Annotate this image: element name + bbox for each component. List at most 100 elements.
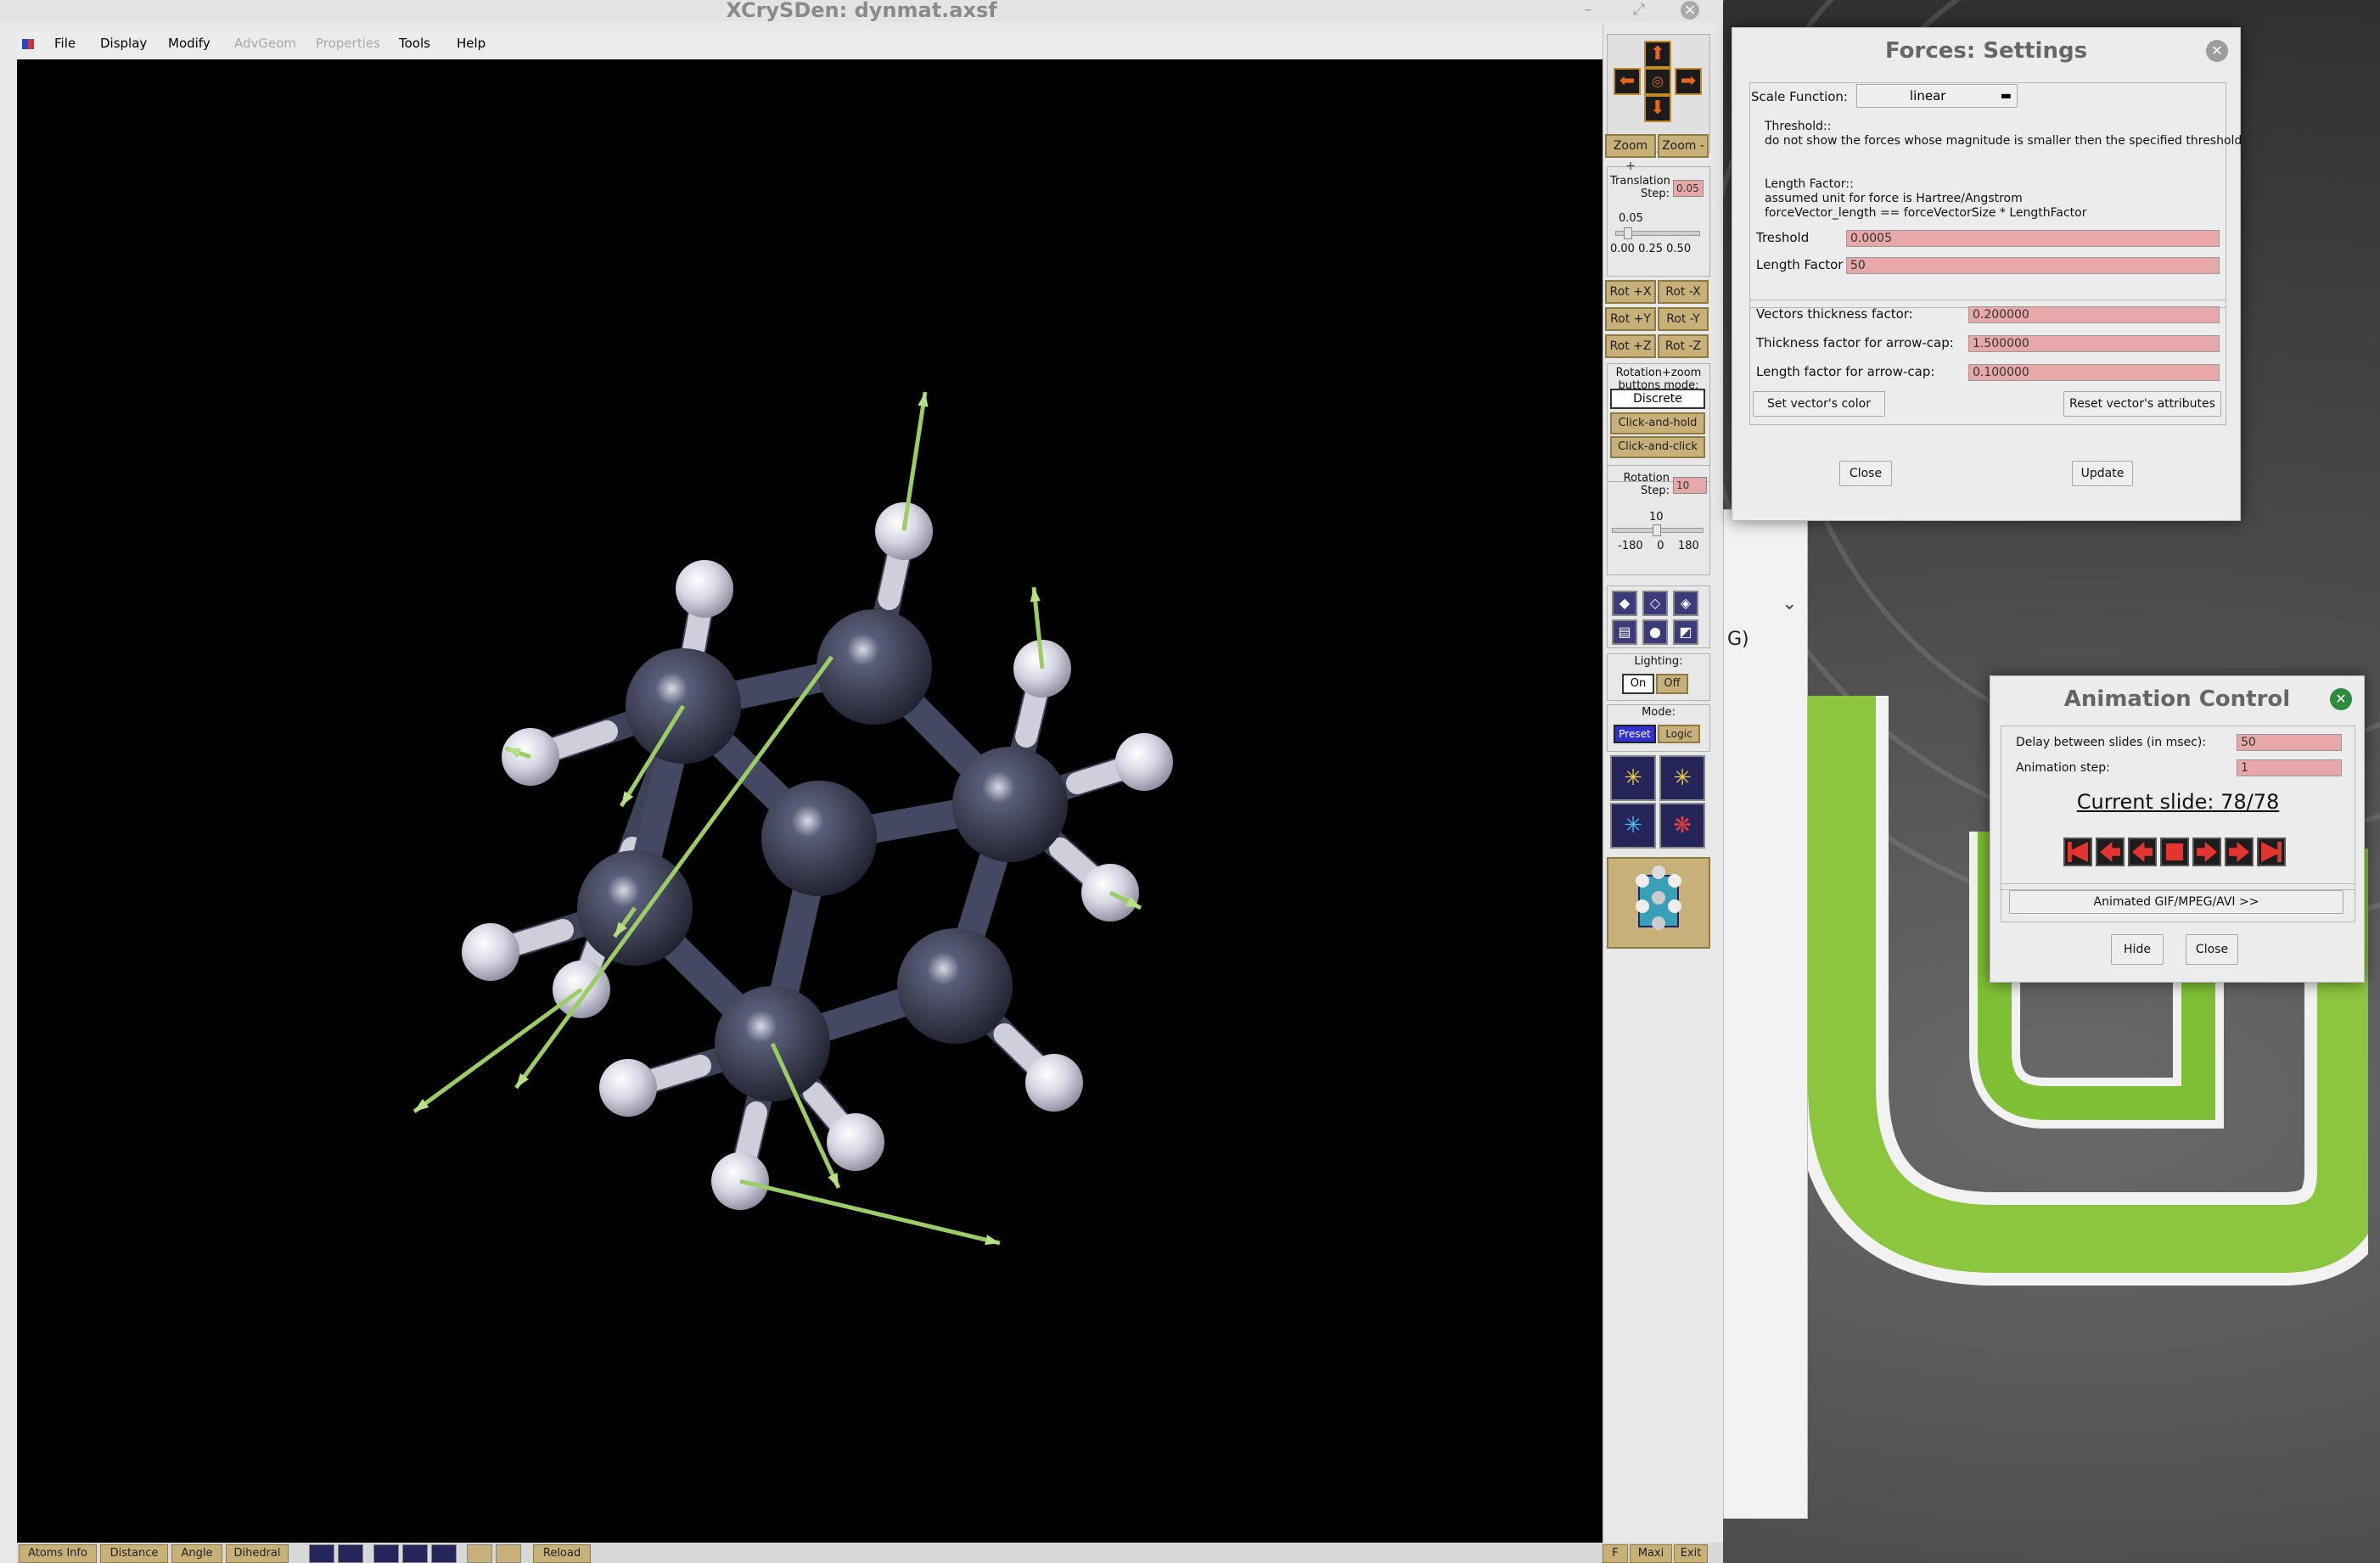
hydrogen-atom bbox=[875, 502, 933, 560]
rot-pz-button[interactable]: Rot +Z bbox=[1605, 334, 1656, 358]
minimize-icon[interactable]: – bbox=[1579, 1, 1597, 20]
rotation-step-input[interactable]: 10 bbox=[1673, 477, 1707, 494]
current-slide-label: Current slide: 78/78 bbox=[2076, 790, 2280, 814]
move-down-icon[interactable]: ⬇ bbox=[1644, 95, 1671, 122]
menu-bar: File Display Modify AdvGeom Properties T… bbox=[17, 31, 1604, 59]
export-animation-button[interactable]: Animated GIF/MPEG/AVI >> bbox=[2009, 890, 2344, 914]
play-backward-icon[interactable] bbox=[2096, 838, 2125, 866]
lighting-off-button[interactable]: Off bbox=[1656, 674, 1688, 694]
treshold-input[interactable]: 0.0005 bbox=[1846, 230, 2220, 247]
move-right-icon[interactable]: ➡ bbox=[1675, 68, 1702, 95]
atoms-info-button[interactable]: Atoms Info bbox=[19, 1544, 97, 1563]
lighting-on-button[interactable]: On bbox=[1622, 674, 1654, 694]
previous-slide-icon[interactable] bbox=[2128, 838, 2157, 866]
rot-mx-button[interactable]: Rot -X bbox=[1658, 280, 1709, 304]
move-left-icon[interactable]: ⬅ bbox=[1614, 68, 1641, 95]
mode-discrete-option[interactable]: Discrete bbox=[1610, 389, 1705, 409]
measure-icon[interactable] bbox=[309, 1544, 334, 1563]
center-icon[interactable]: ◎ bbox=[1644, 68, 1671, 95]
forces-update-button[interactable]: Update bbox=[2072, 461, 2133, 486]
render-wire-icon[interactable]: ▤ bbox=[1612, 619, 1637, 645]
animation-hide-button[interactable]: Hide bbox=[2111, 934, 2164, 965]
close-icon[interactable]: × bbox=[1681, 1, 1699, 20]
dihedral-button[interactable]: Dihedral bbox=[226, 1544, 289, 1563]
maximize-icon[interactable]: ⤢ bbox=[1630, 1, 1648, 20]
reset-vector-attrs-button[interactable]: Reset vector's attributes bbox=[2063, 391, 2221, 417]
arrow-thickness-input[interactable]: 1.500000 bbox=[1968, 335, 2220, 352]
translation-slider-handle[interactable] bbox=[1624, 227, 1632, 239]
vectors-thickness-input[interactable]: 0.200000 bbox=[1968, 306, 2220, 323]
translation-step-input[interactable]: 0.05 bbox=[1673, 180, 1704, 197]
menu-properties[interactable]: Properties bbox=[316, 36, 380, 51]
atom-size-icon[interactable] bbox=[402, 1544, 428, 1563]
sphere-b-icon[interactable] bbox=[496, 1544, 521, 1563]
exit-button[interactable]: Exit bbox=[1674, 1544, 1708, 1563]
close-icon[interactable]: ✕ bbox=[2330, 688, 2352, 710]
atom-label-icon[interactable] bbox=[431, 1544, 457, 1563]
rotation-scale-ticks: -180 0 180 bbox=[1618, 540, 1699, 552]
zoom-in-button[interactable]: Zoom + bbox=[1605, 134, 1656, 173]
animation-control-dialog: Animation Control ✕ Delay between slides… bbox=[1990, 675, 2365, 983]
menu-tools[interactable]: Tools bbox=[399, 36, 430, 51]
set-vector-color-button[interactable]: Set vector's color bbox=[1753, 391, 1885, 417]
rotation-slider-handle[interactable] bbox=[1653, 524, 1661, 536]
carbon-atom bbox=[761, 781, 877, 896]
render-stick-icon[interactable]: ◇ bbox=[1642, 591, 1668, 616]
animation-step-input[interactable]: 1 bbox=[2237, 759, 2342, 776]
maxi-button[interactable]: Maxi bbox=[1630, 1544, 1672, 1563]
structure-style-b-icon[interactable]: ✳ bbox=[1659, 755, 1705, 801]
last-slide-icon[interactable] bbox=[2257, 838, 2286, 866]
bottom-bar: Atoms Info Distance Angle Dihedral Reloa… bbox=[17, 1543, 1723, 1563]
mode-click-click-option[interactable]: Click-and-click bbox=[1610, 436, 1705, 458]
next-slide-icon[interactable] bbox=[2192, 838, 2221, 866]
f-button[interactable]: F bbox=[1603, 1544, 1628, 1563]
distance-button[interactable]: Distance bbox=[100, 1544, 168, 1563]
menu-file[interactable]: File bbox=[54, 36, 76, 51]
right-toolbar: ⬆ ⬅ ◎ ➡ ⬇ Zoom + Zoom - Translation Step… bbox=[1603, 24, 1713, 1543]
rot-mz-button[interactable]: Rot -Z bbox=[1658, 334, 1709, 358]
mode-preset-button[interactable]: Preset bbox=[1614, 725, 1656, 743]
hydrogen-atom bbox=[827, 1113, 884, 1171]
carbon-atom bbox=[952, 747, 1068, 862]
render-pipe-icon[interactable]: ◈ bbox=[1673, 591, 1698, 616]
structure-style-d-icon[interactable]: ❋ bbox=[1659, 803, 1705, 849]
sphere-a-icon[interactable] bbox=[467, 1544, 492, 1563]
rot-py-button[interactable]: Rot +Y bbox=[1605, 307, 1656, 331]
molecule-viewport[interactable] bbox=[17, 59, 1603, 1544]
first-slide-icon[interactable] bbox=[2063, 838, 2092, 866]
menu-advgeom[interactable]: AdvGeom bbox=[234, 36, 296, 51]
molecule-structure[interactable] bbox=[17, 59, 1603, 1544]
structure-style-a-icon[interactable]: ✳ bbox=[1610, 755, 1656, 801]
select-icon[interactable] bbox=[338, 1544, 363, 1563]
crystal-cell-icon[interactable] bbox=[1607, 857, 1710, 949]
menu-modify[interactable]: Modify bbox=[168, 36, 210, 51]
animation-close-button[interactable]: Close bbox=[2186, 934, 2238, 965]
menu-help[interactable]: Help bbox=[457, 36, 486, 51]
mode-logic-button[interactable]: Logic bbox=[1658, 725, 1700, 743]
animation-controls bbox=[2063, 838, 2294, 868]
move-up-icon[interactable]: ⬆ bbox=[1644, 41, 1671, 68]
reload-button[interactable]: Reload bbox=[533, 1544, 591, 1563]
delay-input[interactable]: 50 bbox=[2237, 734, 2342, 751]
play-forward-icon[interactable] bbox=[2225, 838, 2254, 866]
render-space-icon[interactable]: ● bbox=[1642, 619, 1668, 645]
structure-style-c-icon[interactable]: ✳ bbox=[1610, 803, 1656, 849]
atom-color-icon[interactable] bbox=[373, 1544, 399, 1563]
rotation-step-label: Rotation Step: bbox=[1623, 472, 1670, 497]
stop-icon[interactable] bbox=[2160, 838, 2189, 866]
scale-function-select[interactable]: linear ▬ bbox=[1856, 84, 2018, 108]
carbon-atom bbox=[817, 609, 932, 725]
length-factor-label: Length Factor bbox=[1756, 257, 1844, 272]
angle-button[interactable]: Angle bbox=[171, 1544, 222, 1563]
rot-my-button[interactable]: Rot -Y bbox=[1658, 307, 1709, 331]
length-factor-input[interactable]: 50 bbox=[1846, 257, 2220, 274]
menu-display[interactable]: Display bbox=[100, 36, 147, 51]
zoom-out-button[interactable]: Zoom - bbox=[1658, 134, 1709, 158]
forces-close-button[interactable]: Close bbox=[1839, 461, 1892, 486]
arrow-length-input[interactable]: 0.100000 bbox=[1968, 364, 2220, 381]
close-icon[interactable]: ✕ bbox=[2206, 40, 2228, 62]
mode-click-hold-option[interactable]: Click-and-hold bbox=[1610, 412, 1705, 434]
render-surface-icon[interactable]: ◩ bbox=[1673, 619, 1698, 645]
render-ball-icon[interactable]: ◆ bbox=[1612, 591, 1637, 616]
rot-px-button[interactable]: Rot +X bbox=[1605, 280, 1656, 304]
